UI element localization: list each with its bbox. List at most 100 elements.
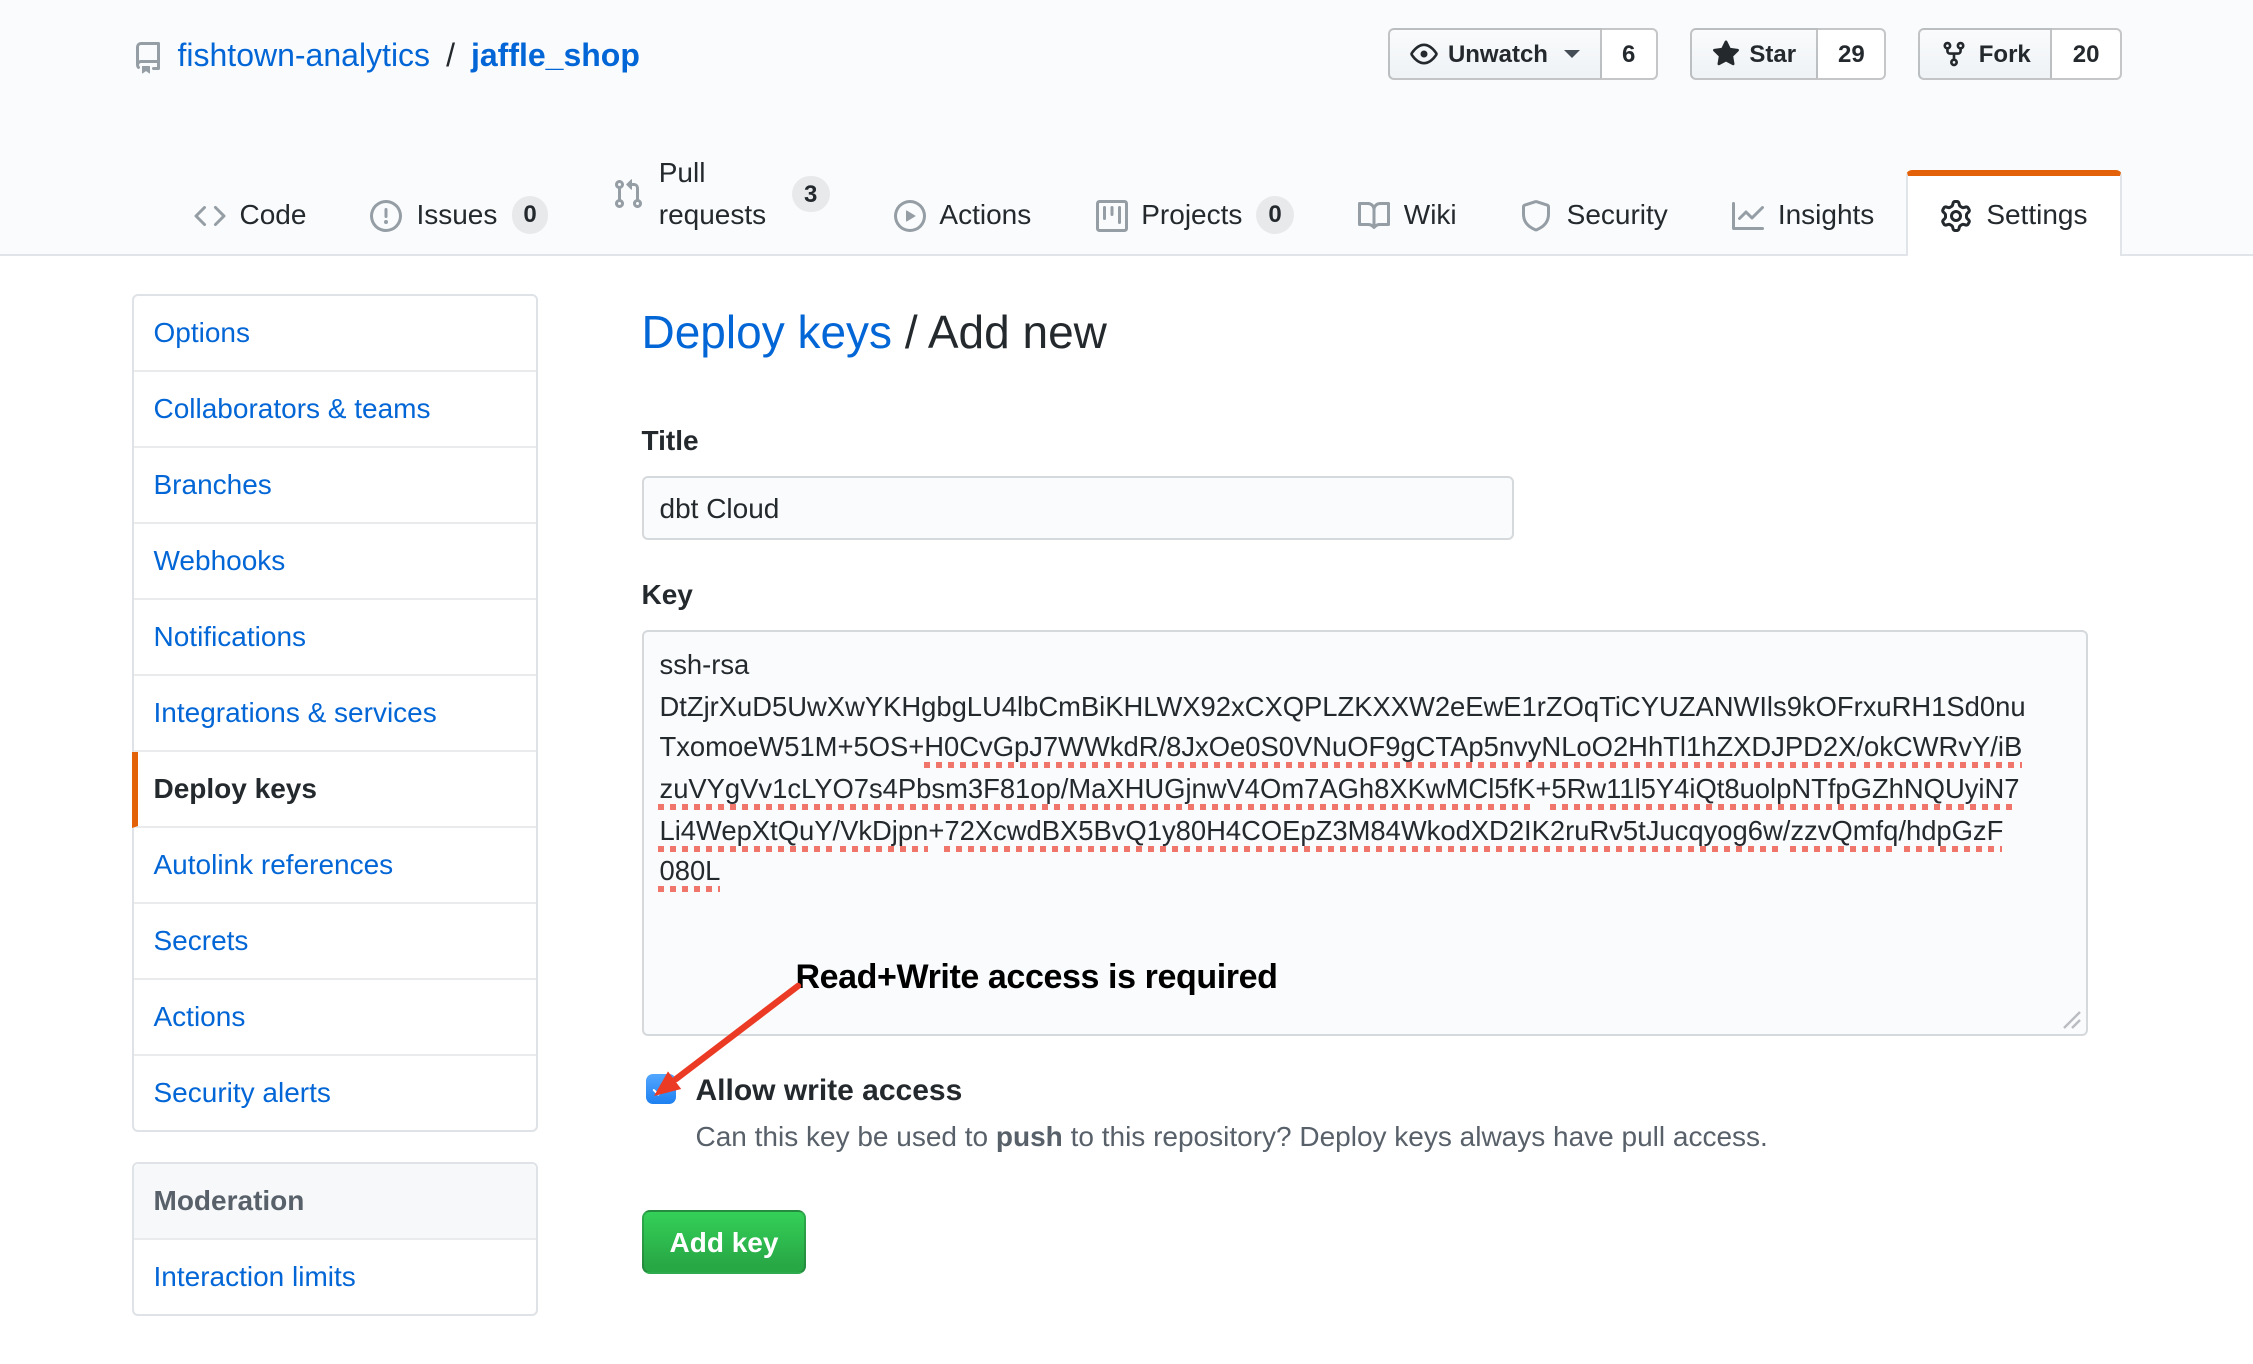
tab-label: Actions	[939, 194, 1031, 236]
key-line: zuVYgVv1cLYO7s4Pbsm3F81op/MaXHUGjnwV4Om7…	[660, 770, 2070, 811]
book-icon	[1358, 199, 1390, 231]
unwatch-button[interactable]: Unwatch	[1388, 28, 1602, 80]
title-label: Title	[642, 420, 2088, 462]
repo-name-link[interactable]: jaffle_shop	[471, 34, 640, 82]
tab-label: Insights	[1778, 194, 1875, 236]
play-icon	[893, 199, 925, 231]
repo-separator: /	[446, 34, 455, 82]
moderation-header: Moderation	[134, 1164, 536, 1240]
fork-icon	[1941, 40, 1969, 68]
fork-button[interactable]: Fork	[1919, 28, 2053, 80]
tab-issues[interactable]: Issues 0	[338, 176, 580, 254]
pull-request-icon	[613, 178, 645, 210]
unwatch-button-group: Unwatch 6	[1388, 28, 1657, 80]
graph-icon	[1732, 199, 1764, 231]
sidebar-item-deploy-keys[interactable]: Deploy keys	[132, 752, 536, 828]
key-line: TxomoeW51M+5OS+H0CvGpJ7WWkdR/8JxOe0S0VNu…	[660, 729, 2070, 770]
page: fishtown-analytics / jaffle_shop Unwatch…	[0, 0, 2253, 1364]
settings-menu: OptionsCollaborators & teamsBranchesWebh…	[132, 294, 538, 1132]
tab-label: Projects	[1141, 194, 1242, 236]
tab-label: Code	[240, 194, 307, 236]
key-field-group: Key ssh-rsaDtZjrXuD5UwXwYKHgbgLU4lbCmBiK…	[642, 574, 2088, 1274]
tab-counter: 0	[511, 196, 548, 234]
caret-down-icon	[1564, 50, 1580, 66]
tab-label: Security	[1567, 194, 1668, 236]
star-button-group: Star 29	[1689, 28, 1886, 80]
sidebar-item-options[interactable]: Options	[134, 296, 536, 372]
sidebar-item-webhooks[interactable]: Webhooks	[134, 524, 536, 600]
tab-label: Wiki	[1404, 194, 1457, 236]
fork-count[interactable]: 20	[2053, 28, 2122, 80]
unwatch-label: Unwatch	[1448, 36, 1548, 72]
sidebar-item-autolink-references[interactable]: Autolink references	[134, 828, 536, 904]
tab-actions[interactable]: Actions	[861, 176, 1063, 254]
repo-actions: Unwatch 6 Star 29 Fork 20	[1388, 28, 2122, 80]
shield-icon	[1521, 199, 1553, 231]
title-field-group: Title	[642, 420, 2088, 540]
repo-icon	[132, 34, 164, 82]
allow-write-access-text: Allow write access Can this key be used …	[696, 1070, 1768, 1158]
allow-write-access-label: Allow write access	[696, 1070, 1768, 1112]
issue-opened-icon	[370, 199, 402, 231]
repo-nav: Code Issues 0 Pull requests 3 Actions Projects…	[132, 134, 2122, 254]
sidebar-item-secrets[interactable]: Secrets	[134, 904, 536, 980]
sidebar-item-notifications[interactable]: Notifications	[134, 600, 536, 676]
repo-header: fishtown-analytics / jaffle_shop Unwatch…	[132, 28, 2122, 82]
repo-icon	[132, 42, 164, 74]
tab-settings[interactable]: Settings	[1906, 170, 2121, 256]
key-line: Li4WepXtQuY/VkDjpn+72XcwdBX5BvQ1y80H4COE…	[660, 811, 2070, 852]
moderation-items: Interaction limits	[134, 1240, 536, 1314]
annotation-arrow-icon	[646, 982, 810, 1106]
sidebar-item-integrations-services[interactable]: Integrations & services	[134, 676, 536, 752]
key-line: 080L	[660, 852, 2070, 893]
deploy-keys-link[interactable]: Deploy keys	[642, 306, 893, 358]
star-button[interactable]: Star	[1689, 28, 1818, 80]
tab-insights[interactable]: Insights	[1700, 176, 1907, 254]
fork-button-group: Fork 20	[1919, 28, 2122, 80]
settings-main: Deploy keys / Add new Title Key ssh-rsaD…	[642, 294, 2088, 1274]
tab-counter: 0	[1256, 196, 1293, 234]
sidebar-item-security-alerts[interactable]: Security alerts	[134, 1056, 536, 1130]
allow-write-access-row[interactable]: Allow write access Can this key be used …	[642, 1070, 2088, 1158]
key-line: DtZjrXuD5UwXwYKHgbgLU4lbCmBiKHLWX92xCXQP…	[660, 688, 2070, 729]
fork-label: Fork	[1979, 36, 2031, 72]
tab-counter: 3	[792, 175, 829, 213]
tab-label: Pull requests	[659, 152, 778, 236]
settings-sidebar: OptionsCollaborators & teamsBranchesWebh…	[132, 294, 538, 1316]
code-icon	[194, 199, 226, 231]
annotation-text: Read+Write access is required	[796, 952, 1278, 1003]
tab-projects[interactable]: Projects 0	[1063, 176, 1326, 254]
tab-code[interactable]: Code	[162, 176, 339, 254]
tab-pull-requests[interactable]: Pull requests 3	[581, 134, 862, 254]
unwatch-count[interactable]: 6	[1602, 28, 1657, 80]
tab-security[interactable]: Security	[1489, 176, 1700, 254]
sidebar-item-actions[interactable]: Actions	[134, 980, 536, 1056]
settings-content: OptionsCollaborators & teamsBranchesWebh…	[132, 294, 2122, 1316]
project-icon	[1095, 199, 1127, 231]
key-area: ssh-rsaDtZjrXuD5UwXwYKHgbgLU4lbCmBiKHLWX…	[642, 630, 2088, 1274]
page-title: Deploy keys / Add new	[642, 300, 2088, 364]
allow-write-access-description: Can this key be used to push to this rep…	[696, 1116, 1768, 1158]
resize-grip-icon[interactable]	[2062, 1010, 2082, 1030]
repo-owner-link[interactable]: fishtown-analytics	[178, 34, 431, 82]
key-label: Key	[642, 574, 2088, 616]
repo-header-strip: fishtown-analytics / jaffle_shop Unwatch…	[0, 0, 2253, 256]
key-line: ssh-rsa	[660, 646, 2070, 687]
sidebar-item-interaction-limits[interactable]: Interaction limits	[134, 1240, 536, 1314]
breadcrumb-current: Add new	[928, 306, 1107, 358]
moderation-menu: Moderation Interaction limits	[132, 1162, 538, 1316]
add-key-button[interactable]: Add key	[642, 1210, 807, 1274]
star-count[interactable]: 29	[1818, 28, 1887, 80]
repo-breadcrumb: fishtown-analytics / jaffle_shop	[132, 34, 640, 82]
sidebar-item-branches[interactable]: Branches	[134, 448, 536, 524]
breadcrumb-separator: /	[892, 306, 928, 358]
tab-wiki[interactable]: Wiki	[1326, 176, 1489, 254]
tab-label: Issues	[416, 194, 497, 236]
sidebar-item-collaborators-teams[interactable]: Collaborators & teams	[134, 372, 536, 448]
star-label: Star	[1749, 36, 1796, 72]
star-icon	[1711, 40, 1739, 68]
gear-icon	[1940, 199, 1972, 231]
tab-label: Settings	[1986, 194, 2087, 236]
eye-icon	[1410, 40, 1438, 68]
title-input[interactable]	[642, 476, 1514, 540]
